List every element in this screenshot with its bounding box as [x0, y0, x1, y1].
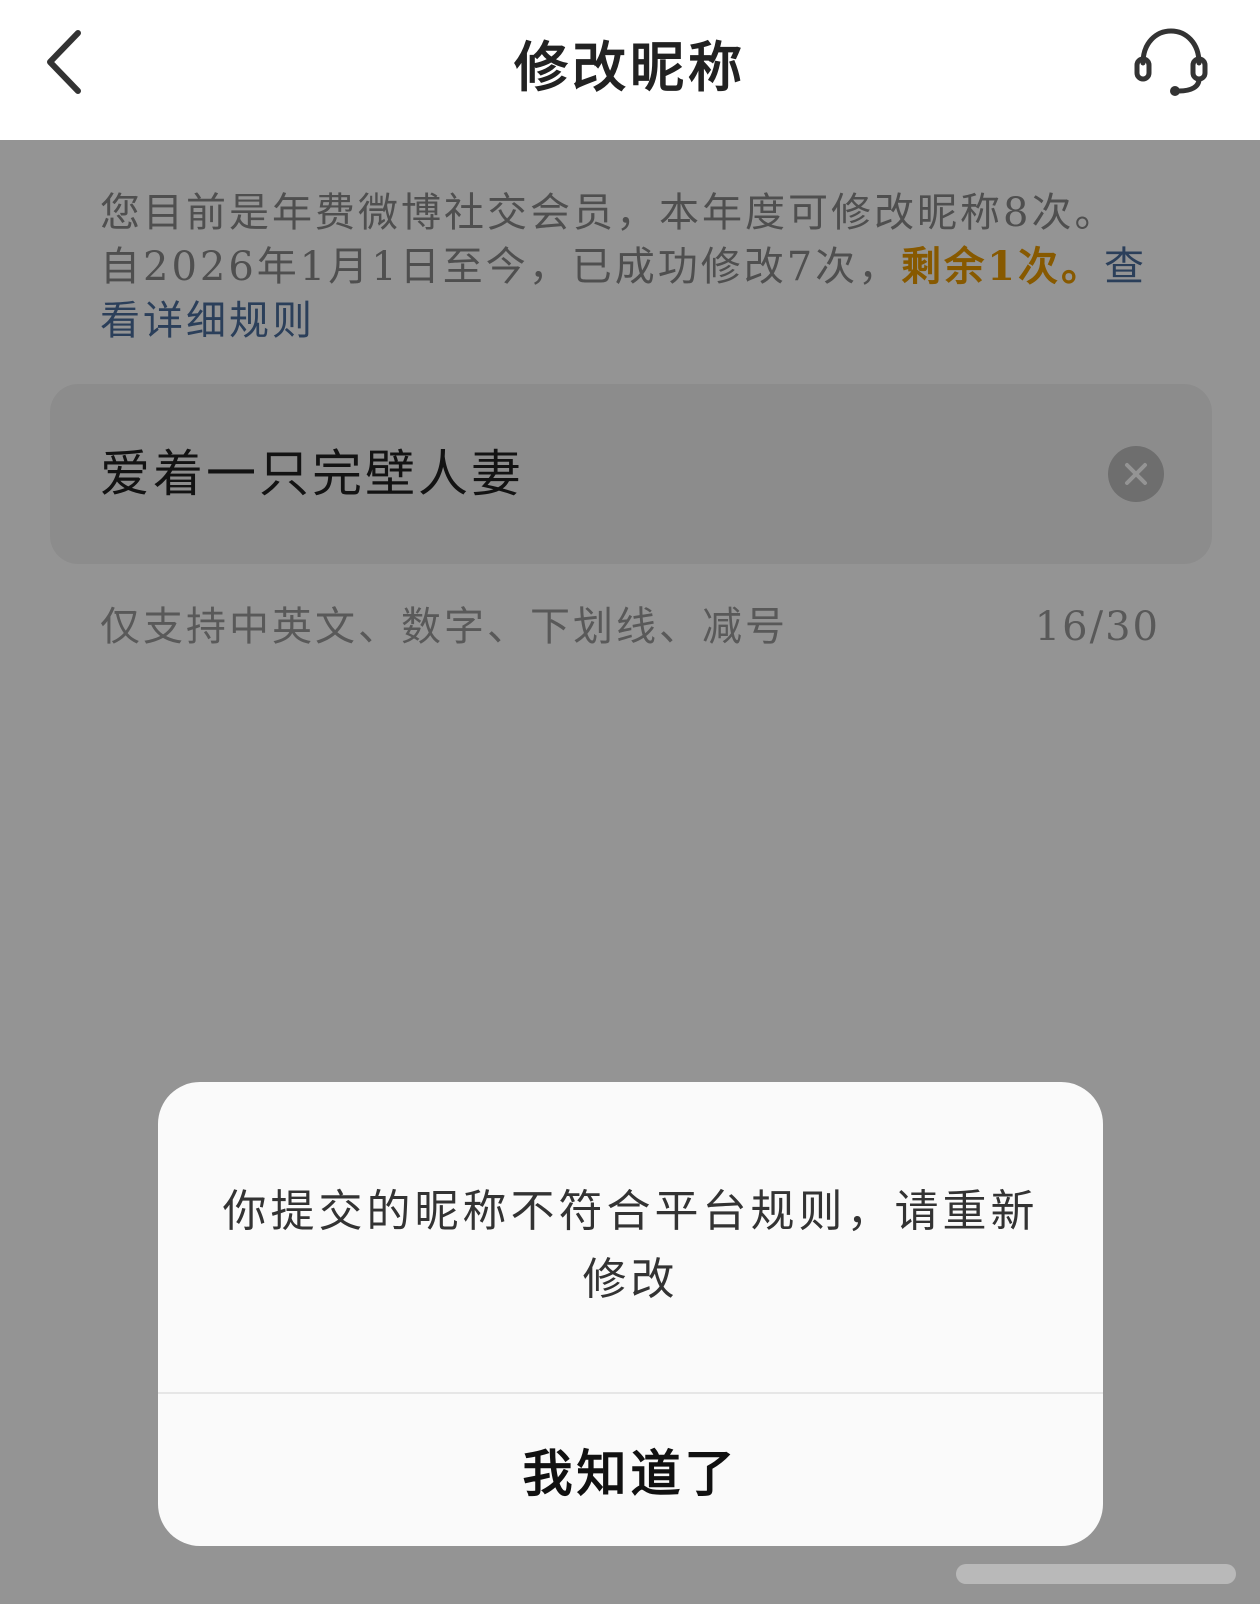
- confirm-button[interactable]: 我知道了: [158, 1394, 1103, 1546]
- alert-dialog: 你提交的昵称不符合平台规则，请重新修改 我知道了: [158, 1082, 1103, 1546]
- customer-service-button[interactable]: [1126, 20, 1216, 102]
- page-title: 修改昵称: [514, 35, 746, 99]
- headset-icon: [1134, 28, 1208, 96]
- header-bar: 修改昵称: [0, 0, 1260, 140]
- watermark-logo: [956, 1564, 1236, 1584]
- dialog-message: 你提交的昵称不符合平台规则，请重新修改: [222, 1186, 1039, 1305]
